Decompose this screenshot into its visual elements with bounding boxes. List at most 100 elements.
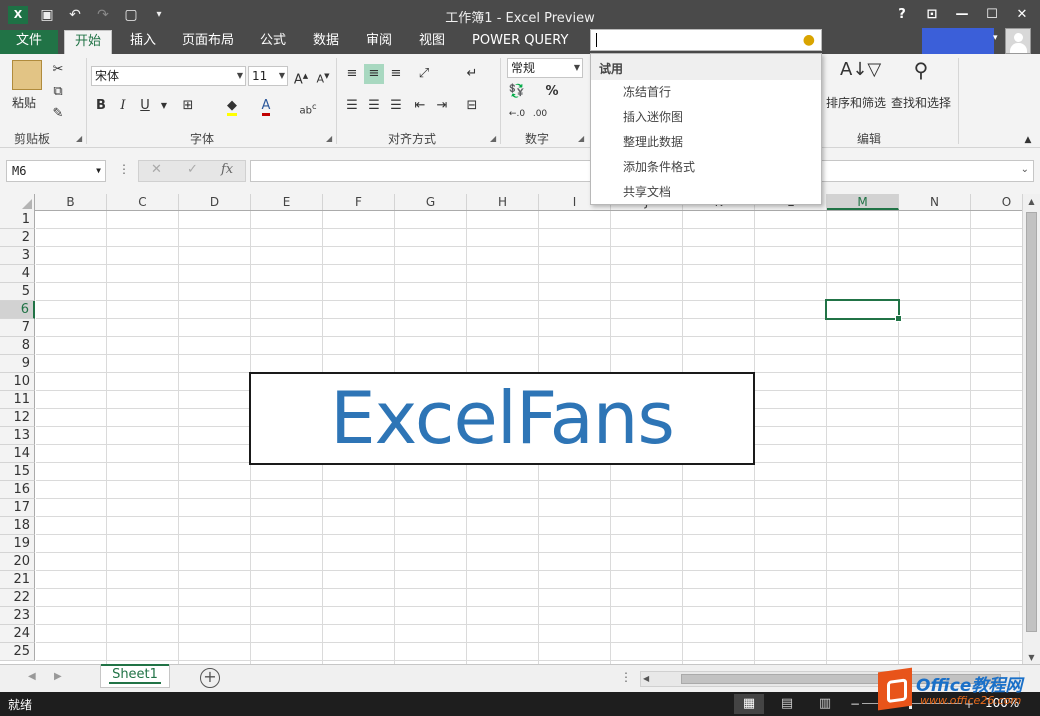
row-header[interactable]: 2 [0,229,35,247]
dropdown-item-insert-sparkline[interactable]: 插入迷你图 [591,105,821,130]
row-header[interactable]: 20 [0,553,35,571]
cancel-button[interactable]: ✕ [151,162,162,177]
format-painter-icon[interactable]: ✎ [48,104,68,124]
chevron-down-icon[interactable]: ⌄ [1021,164,1029,175]
font-name-combo[interactable]: 宋体 ▼ [91,66,246,86]
row-header[interactable]: 4 [0,265,35,283]
decrease-decimal-icon[interactable]: .00 [530,104,550,124]
row-header[interactable]: 17 [0,499,35,517]
dialog-launcher-icon[interactable]: ◢ [578,134,584,143]
chevron-down-icon[interactable]: ▾ [993,33,998,43]
column-header[interactable]: G [395,194,467,210]
row-header[interactable]: 19 [0,535,35,553]
find-select-icon[interactable]: ⚲ [906,60,936,80]
tab-file[interactable]: 文件 [0,30,58,54]
column-header[interactable]: M [827,194,899,210]
dropdown-item-conditional-format[interactable]: 添加条件格式 [591,155,821,180]
find-select-button[interactable]: 查找和选择 [889,94,953,111]
row-header[interactable]: 8 [0,337,35,355]
row-header[interactable]: 21 [0,571,35,589]
column-header[interactable]: O [971,194,1022,210]
percent-button[interactable]: % [542,82,562,102]
column-header[interactable]: N [899,194,971,210]
row-header[interactable]: 5 [0,283,35,301]
grow-font-icon[interactable]: A▲ [291,66,311,90]
row-header[interactable]: 1 [0,211,35,229]
sort-filter-button[interactable]: 排序和筛选 [824,94,888,111]
increase-indent-icon[interactable]: ⇥ [432,96,452,116]
tab-page-layout[interactable]: 页面布局 [172,30,244,54]
row-header[interactable]: 13 [0,427,35,445]
tab-insert[interactable]: 插入 [120,30,166,54]
maximize-button[interactable]: ☐ [978,4,1006,26]
align-middle-icon[interactable]: ≡ [364,64,384,84]
normal-view-icon[interactable]: ▦ [734,694,764,714]
tab-data[interactable]: 数据 [303,30,349,54]
tab-home[interactable]: 开始 [64,30,113,54]
column-header[interactable]: H [467,194,539,210]
row-header[interactable]: 6 [0,301,35,319]
add-sheet-button[interactable]: + [200,668,220,688]
vertical-scrollbar[interactable]: ▲ ▼ [1022,194,1040,666]
currency-icon[interactable]: 💱 [507,82,527,102]
row-header[interactable]: 7 [0,319,35,337]
row-header[interactable]: 10 [0,373,35,391]
minimize-button[interactable]: — [948,4,976,26]
italic-button[interactable]: I [113,96,133,116]
align-left-icon[interactable]: ☰ [342,96,362,116]
copy-icon[interactable]: ⧉ [48,82,68,102]
phonetic-icon[interactable]: abc [298,96,318,121]
column-header[interactable]: F [323,194,395,210]
align-top-icon[interactable]: ≡ [342,64,362,84]
align-right-icon[interactable]: ☰ [386,96,406,116]
fill-color-icon[interactable]: ◆ [222,96,242,116]
sheet-tab[interactable]: Sheet1 [100,664,170,688]
dropdown-item-share-document[interactable]: 共享文档 [591,180,821,205]
align-center-icon[interactable]: ☰ [364,96,384,116]
more-icon[interactable]: ⋮ [620,670,632,684]
row-header[interactable]: 16 [0,481,35,499]
row-header[interactable]: 3 [0,247,35,265]
insert-function-button[interactable]: fx [221,162,233,177]
dialog-launcher-icon[interactable]: ◢ [76,134,82,143]
row-header[interactable]: 12 [0,409,35,427]
row-header[interactable]: 9 [0,355,35,373]
user-account-box[interactable] [922,28,994,54]
decrease-indent-icon[interactable]: ⇤ [410,96,430,116]
dropdown-item-freeze-top-row[interactable]: 冻结首行 [591,80,821,105]
number-format-combo[interactable]: 常规 ▼ [507,58,583,78]
column-header[interactable]: D [179,194,251,210]
dialog-launcher-icon[interactable]: ◢ [490,134,496,143]
row-header[interactable]: 18 [0,517,35,535]
column-header[interactable]: B [35,194,107,210]
name-box[interactable]: M6 ▼ [6,160,106,182]
bold-button[interactable]: B [91,96,111,116]
row-header[interactable]: 24 [0,625,35,643]
orientation-icon[interactable]: ⤢ [414,64,434,84]
help-button[interactable]: ? [888,4,916,26]
avatar[interactable] [1005,28,1031,54]
ribbon-display-button[interactable]: ⊡ [918,4,946,26]
active-cell[interactable] [825,299,902,322]
page-layout-view-icon[interactable]: ▤ [772,694,802,714]
select-all-button[interactable] [0,194,35,211]
tell-me-input[interactable]: ● [590,29,822,51]
column-header[interactable]: E [251,194,323,210]
more-icon[interactable]: ⋮ [118,162,130,176]
paste-icon[interactable] [12,60,42,90]
font-size-combo[interactable]: 11 ▼ [248,66,288,86]
zoom-out-icon[interactable]: − [850,697,860,711]
align-bottom-icon[interactable]: ≡ [386,64,406,84]
enter-button[interactable]: ✓ [187,162,198,177]
cut-icon[interactable]: ✂ [48,60,68,80]
dropdown-item-tidy-data[interactable]: 整理此数据 [591,130,821,155]
sort-filter-icon[interactable]: A↓▽ [840,60,881,80]
row-header[interactable]: 22 [0,589,35,607]
merge-center-icon[interactable]: ⊟ [462,96,482,116]
increase-decimal-icon[interactable]: ←.0 [507,104,527,124]
wrap-text-icon[interactable]: ↵ [462,64,482,84]
row-header[interactable]: 11 [0,391,35,409]
tab-review[interactable]: 审阅 [356,30,402,54]
tab-view[interactable]: 视图 [409,30,455,54]
scroll-up-icon[interactable]: ▲ [1023,194,1040,210]
